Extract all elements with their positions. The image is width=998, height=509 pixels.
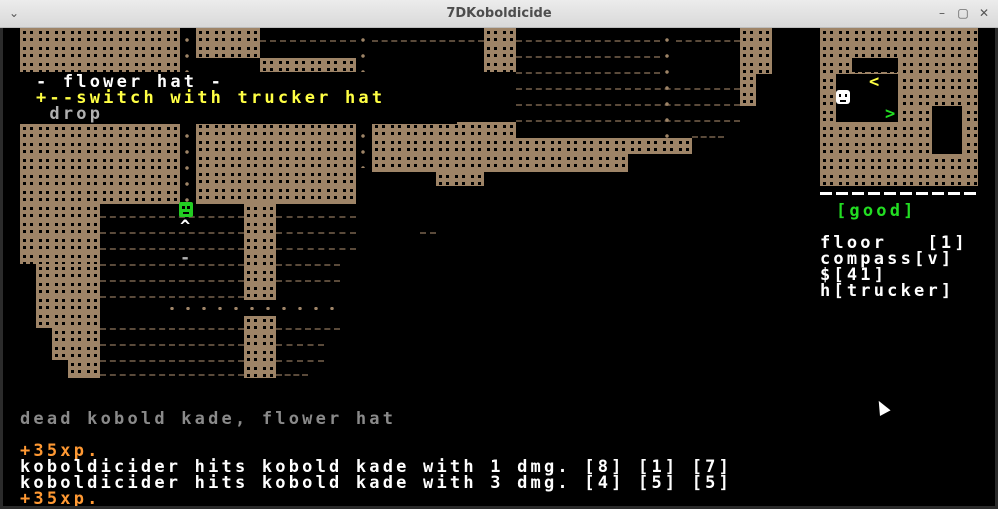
map-wall: [244, 316, 276, 378]
map-floor: [516, 120, 740, 123]
map-wall: [36, 264, 100, 328]
map-floor: [372, 40, 484, 43]
map-floor: [100, 328, 244, 331]
map-floor: [100, 296, 244, 299]
menu-option-drop[interactable]: drop: [36, 106, 103, 123]
map-floor: [100, 248, 244, 251]
minimap-marker-right: >: [885, 104, 899, 124]
map-floor: [276, 216, 356, 219]
window-title: 7DKoboldicide: [446, 6, 552, 21]
minimap-clear: [932, 106, 962, 154]
divider: [820, 192, 978, 195]
map-wall: [436, 172, 484, 186]
map-wall: [628, 138, 692, 154]
minimap-clear: [852, 58, 898, 72]
map-floor: [100, 360, 244, 363]
map-floor: [260, 40, 356, 43]
map-wall: [244, 204, 276, 300]
ground-description: dead kobold kade, flower hat: [20, 409, 397, 429]
map-floor: [420, 232, 436, 235]
map-floor: [100, 264, 244, 267]
map-floor: [100, 374, 244, 377]
map-floor: [100, 216, 244, 219]
map-corridor: [164, 307, 340, 310]
map-floor: [516, 56, 660, 59]
map-floor: [516, 104, 740, 107]
log-line: +35xp.: [20, 489, 101, 507]
stairs-icon: ^: [180, 217, 194, 237]
map-wall: [196, 122, 356, 204]
map-wall: [516, 138, 628, 172]
status-badge: [good]: [836, 201, 917, 221]
map-floor: [516, 72, 660, 75]
stat-hat: h[trucker]: [820, 281, 955, 301]
map-wall: [484, 28, 516, 72]
minimap-player-icon: [836, 90, 850, 104]
map-floor: [100, 280, 244, 283]
map-wall: [740, 74, 756, 106]
map-wall: [52, 328, 100, 360]
map-wall: [68, 360, 100, 378]
map-item: -: [180, 248, 194, 268]
map-floor: [516, 40, 660, 43]
game-viewport[interactable]: ^ - - flower hat - +--switch with trucke…: [3, 28, 995, 506]
player-icon: [179, 202, 193, 217]
map-floor: [276, 248, 356, 251]
map-wall: [20, 204, 100, 264]
close-icon[interactable]: ✕: [976, 5, 992, 21]
map-wall: [740, 28, 772, 74]
maximize-icon[interactable]: ▢: [955, 5, 971, 21]
map-floor: [276, 360, 324, 363]
map-floor: [276, 374, 308, 377]
minimize-icon[interactable]: –: [934, 5, 950, 21]
map-floor: [276, 232, 356, 235]
log-line: koboldicider hits kobold kade with 3 dmg…: [20, 473, 733, 493]
map-wall: [196, 28, 260, 58]
map-floor: [276, 344, 324, 347]
map-floor: [516, 88, 740, 91]
map-floor: [276, 328, 340, 331]
map-floor: [276, 264, 340, 267]
map-floor: [276, 280, 340, 283]
title-bar: ⌄ 7DKoboldicide – ▢ ✕: [0, 0, 998, 28]
mouse-cursor-icon: [873, 398, 891, 416]
map-floor: [676, 40, 740, 43]
map-floor: [692, 136, 724, 139]
map-floor: [100, 344, 244, 347]
map-corridor: [665, 32, 669, 152]
map-floor: [100, 232, 244, 235]
map-wall: [372, 122, 516, 172]
minimap-marker-left: <: [869, 72, 883, 92]
